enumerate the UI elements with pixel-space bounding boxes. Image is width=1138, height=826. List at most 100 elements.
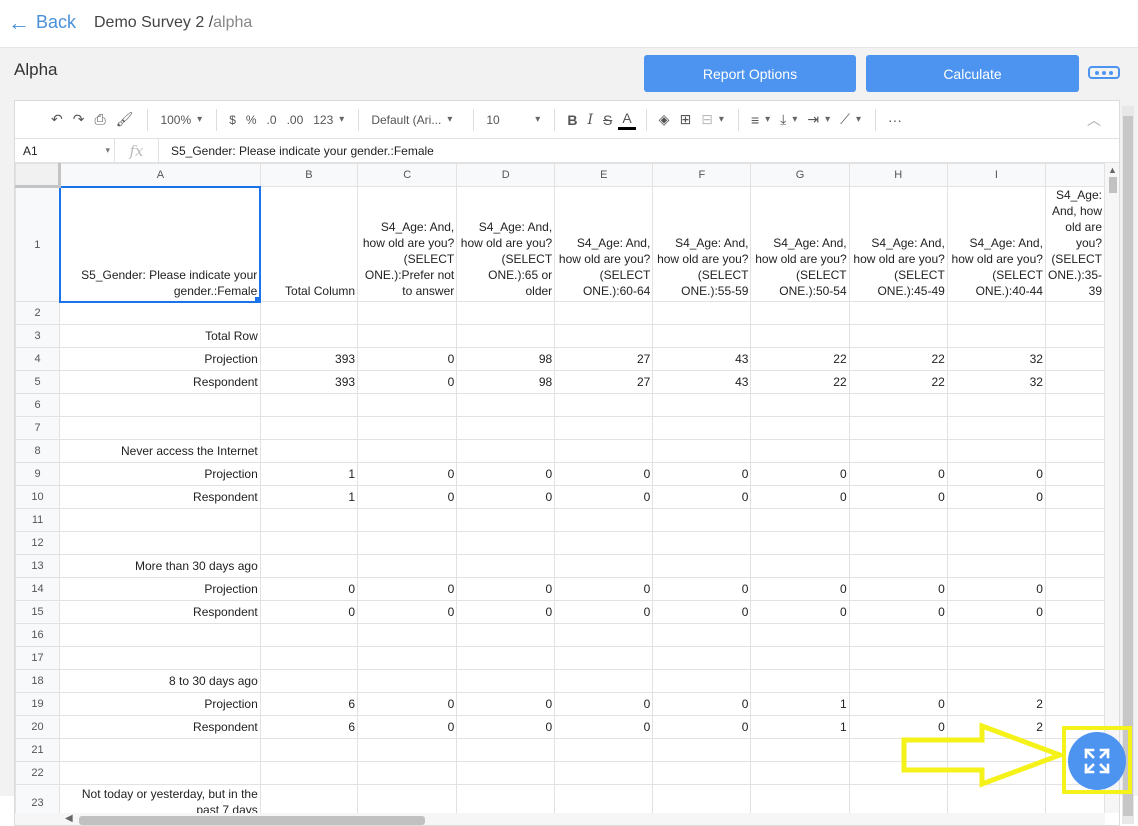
cell[interactable] bbox=[848, 324, 948, 348]
row-header[interactable]: 19 bbox=[15, 692, 61, 716]
cell[interactable]: 0 bbox=[848, 485, 948, 509]
cell[interactable] bbox=[59, 416, 261, 440]
cell[interactable]: 0 bbox=[750, 577, 850, 601]
cell[interactable] bbox=[1044, 462, 1105, 486]
cell[interactable] bbox=[59, 761, 261, 785]
cell[interactable] bbox=[456, 508, 556, 532]
fill-color-icon[interactable]: ◈ bbox=[655, 108, 674, 132]
cell[interactable]: 1 bbox=[259, 462, 359, 486]
cell[interactable]: 0 bbox=[357, 347, 458, 371]
cell[interactable] bbox=[259, 623, 359, 647]
italic-button[interactable]: I bbox=[583, 108, 597, 132]
cell[interactable] bbox=[456, 324, 556, 348]
cell[interactable] bbox=[554, 554, 654, 578]
cell[interactable]: Never access the Internet bbox=[59, 439, 261, 463]
print-icon[interactable]: ⎙ bbox=[90, 108, 109, 132]
cell[interactable] bbox=[750, 738, 850, 762]
column-header[interactable]: F bbox=[652, 163, 752, 187]
cell[interactable] bbox=[750, 761, 850, 785]
number-format-select[interactable]: 123 bbox=[309, 108, 348, 132]
cell[interactable] bbox=[456, 554, 556, 578]
cell[interactable] bbox=[59, 531, 261, 555]
cell[interactable] bbox=[946, 393, 1046, 417]
cell[interactable]: 1 bbox=[750, 715, 850, 739]
cell[interactable] bbox=[1044, 485, 1105, 509]
cell[interactable] bbox=[357, 646, 458, 670]
cell[interactable]: 0 bbox=[357, 692, 458, 716]
cell[interactable] bbox=[1044, 347, 1105, 371]
borders-icon[interactable]: ⊞ bbox=[675, 108, 695, 132]
cell[interactable]: 0 bbox=[456, 715, 556, 739]
cell[interactable] bbox=[456, 301, 556, 325]
column-header[interactable]: G bbox=[750, 163, 850, 187]
cell[interactable] bbox=[456, 393, 556, 417]
cell[interactable]: 0 bbox=[946, 462, 1046, 486]
cell[interactable]: 0 bbox=[652, 462, 752, 486]
cell[interactable]: Respondent bbox=[59, 600, 261, 624]
name-box[interactable]: A1 bbox=[15, 138, 115, 163]
cell[interactable]: 32 bbox=[946, 347, 1046, 371]
cell[interactable] bbox=[652, 416, 752, 440]
cell[interactable] bbox=[357, 439, 458, 463]
cell[interactable] bbox=[357, 784, 458, 813]
cell[interactable] bbox=[456, 439, 556, 463]
fullscreen-button[interactable] bbox=[1068, 732, 1126, 790]
cell[interactable] bbox=[848, 623, 948, 647]
cell[interactable] bbox=[848, 646, 948, 670]
header-cell[interactable]: S4_Age: And, how old are you? (SELECT ON… bbox=[554, 186, 654, 302]
cell[interactable]: 0 bbox=[848, 600, 948, 624]
cell[interactable] bbox=[456, 623, 556, 647]
cell[interactable] bbox=[750, 531, 850, 555]
cell[interactable] bbox=[652, 301, 752, 325]
column-header[interactable]: B bbox=[259, 163, 359, 187]
cell[interactable]: Projection bbox=[59, 347, 261, 371]
cell[interactable] bbox=[259, 554, 359, 578]
cell[interactable]: Respondent bbox=[59, 370, 261, 394]
cell[interactable] bbox=[848, 554, 948, 578]
cell[interactable]: 0 bbox=[750, 462, 850, 486]
cell[interactable] bbox=[848, 301, 948, 325]
cell[interactable] bbox=[1044, 439, 1105, 463]
cell[interactable]: 0 bbox=[554, 692, 654, 716]
row-header[interactable]: 22 bbox=[15, 761, 61, 785]
cell[interactable] bbox=[946, 324, 1046, 348]
cell[interactable] bbox=[259, 416, 359, 440]
cell[interactable] bbox=[750, 623, 850, 647]
vertical-scrollbar[interactable]: ▲ bbox=[1105, 163, 1119, 813]
cell[interactable] bbox=[848, 531, 948, 555]
cell[interactable] bbox=[946, 669, 1046, 693]
cell[interactable] bbox=[357, 508, 458, 532]
row-header[interactable]: 12 bbox=[15, 531, 61, 555]
cell[interactable]: 22 bbox=[750, 347, 850, 371]
text-wrap-icon[interactable]: ⇥ bbox=[803, 108, 834, 132]
header-cell[interactable]: S4_Age: And, how old are you? (SELECT ON… bbox=[848, 186, 948, 302]
cell[interactable] bbox=[1044, 370, 1105, 394]
cell[interactable] bbox=[848, 669, 948, 693]
row-header[interactable]: 17 bbox=[15, 646, 61, 670]
cell[interactable] bbox=[59, 623, 261, 647]
row-header[interactable]: 8 bbox=[15, 439, 61, 463]
cell[interactable] bbox=[554, 738, 654, 762]
undo-icon[interactable]: ↶ bbox=[47, 108, 67, 132]
strikethrough-button[interactable]: S bbox=[599, 108, 616, 132]
cell[interactable] bbox=[357, 554, 458, 578]
redo-icon[interactable]: ↷ bbox=[69, 108, 89, 132]
vertical-scroll-thumb[interactable] bbox=[1109, 177, 1117, 193]
cell[interactable] bbox=[1044, 623, 1105, 647]
cell[interactable]: 22 bbox=[848, 347, 948, 371]
cell[interactable] bbox=[1044, 554, 1105, 578]
cell[interactable] bbox=[59, 738, 261, 762]
cell[interactable] bbox=[59, 301, 261, 325]
cell[interactable]: 27 bbox=[554, 370, 654, 394]
cell[interactable]: 0 bbox=[456, 577, 556, 601]
vertical-align-icon[interactable]: ⤓ bbox=[776, 108, 801, 132]
calculate-button[interactable]: Calculate bbox=[866, 55, 1079, 92]
cell[interactable] bbox=[554, 669, 654, 693]
back-button[interactable]: ← Back bbox=[8, 11, 76, 33]
row-header[interactable]: 2 bbox=[15, 301, 61, 325]
cell[interactable] bbox=[750, 324, 850, 348]
cell[interactable] bbox=[1044, 393, 1105, 417]
row-header[interactable]: 20 bbox=[15, 715, 61, 739]
cell[interactable] bbox=[554, 301, 654, 325]
corner-cell[interactable] bbox=[15, 163, 62, 188]
